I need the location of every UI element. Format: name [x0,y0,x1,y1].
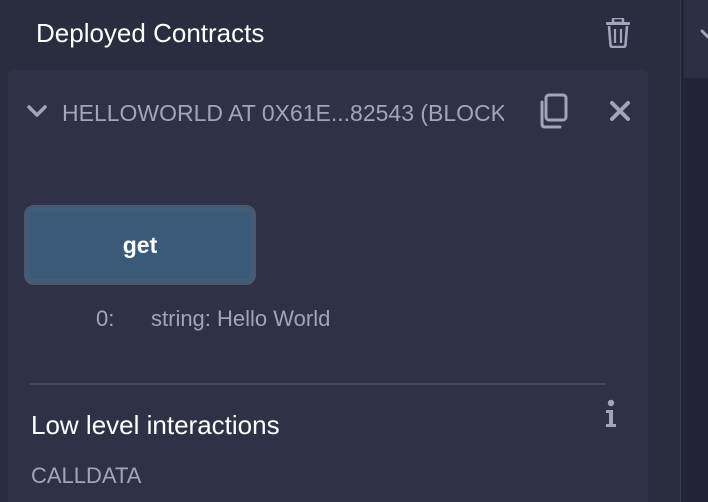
calldata-label: CALLDATA [31,463,142,488]
close-icon[interactable] [608,99,632,123]
info-icon[interactable] [602,399,620,429]
result-index: 0: [96,306,115,331]
chevron-down-icon[interactable] [26,102,48,120]
section-title: Deployed Contracts [36,18,265,48]
clear-instances-button[interactable] [604,16,632,49]
copy-address-button[interactable] [536,93,570,129]
deployed-contracts-panel: Deployed Contracts HELLOWORLD AT 0X61E..… [0,0,708,502]
result-value: string: Hello World [151,306,331,331]
remove-instance-button[interactable] [608,99,632,123]
low-level-interactions-title: Low level interactions [31,410,280,440]
divider [30,383,606,385]
contract-instance-title[interactable]: HELLOWORLD AT 0X61E...82543 (BLOCKCHAIN) [62,98,504,128]
get-function-button[interactable]: get [24,205,256,285]
copy-icon[interactable] [536,93,570,129]
chevron-down-icon[interactable] [700,24,708,44]
trash-icon[interactable] [604,16,632,49]
